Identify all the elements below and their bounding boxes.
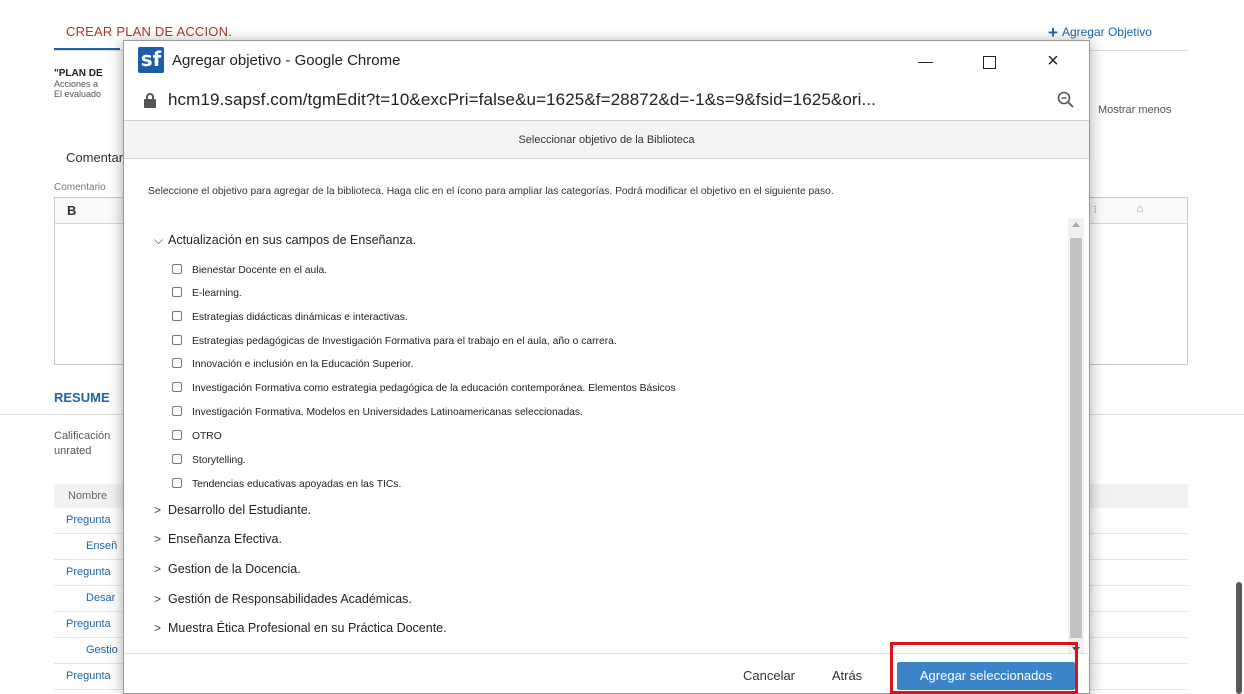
- objective-item[interactable]: Tendencias educativas apoyadas en las TI…: [172, 478, 401, 490]
- page-scrollbar[interactable]: [1236, 582, 1242, 694]
- comments-heading: Comentari: [66, 150, 126, 165]
- summary-heading: RESUME: [54, 390, 110, 405]
- cancel-button[interactable]: Cancelar: [724, 662, 814, 690]
- dialog-header: Seleccionar objetivo de la Biblioteca: [124, 121, 1089, 159]
- checkbox[interactable]: [172, 406, 182, 416]
- checkbox[interactable]: [172, 478, 182, 488]
- instructions-text: Seleccione el objetivo para agregar de l…: [148, 186, 834, 197]
- objective-item[interactable]: Investigación Formativa. Modelos en Univ…: [172, 406, 583, 418]
- objective-item[interactable]: E-learning.: [172, 287, 242, 299]
- plan-label: "PLAN DE: [54, 68, 103, 79]
- rating-value: unrated: [54, 445, 92, 457]
- close-icon: ×: [1047, 50, 1059, 72]
- minimize-button[interactable]: [902, 45, 948, 77]
- checkbox[interactable]: [172, 264, 182, 274]
- objective-item[interactable]: OTRO: [172, 430, 222, 442]
- sf-logo-icon: sf: [138, 47, 164, 73]
- objective-item[interactable]: Bienestar Docente en el aula.: [172, 264, 327, 276]
- chrome-popup-window: sf Agregar objetivo - Google Chrome × hc…: [123, 40, 1090, 694]
- category-collapsed[interactable]: > Gestion de la Docencia.: [154, 562, 301, 576]
- category-collapsed[interactable]: > Gestión de Responsabilidades Académicas…: [154, 592, 412, 606]
- scrollbar-thumb[interactable]: [1070, 238, 1082, 638]
- chevron-down-icon: ⌵: [154, 233, 164, 247]
- chevron-right-icon: >: [154, 592, 162, 606]
- objective-item[interactable]: Storytelling.: [172, 454, 246, 466]
- library-icon[interactable]: ⌂: [1136, 203, 1143, 215]
- chevron-right-icon: >: [154, 621, 162, 635]
- scroll-up-arrow-icon[interactable]: [1072, 222, 1080, 227]
- page-title: CREAR PLAN DE ACCION.: [66, 24, 233, 39]
- add-selected-button[interactable]: Agregar seleccionados: [897, 662, 1075, 690]
- chevron-right-icon: >: [154, 562, 162, 576]
- chevron-right-icon: >: [154, 532, 162, 546]
- close-button[interactable]: ×: [1030, 45, 1076, 77]
- rating-label: Calificación: [54, 430, 111, 442]
- bold-button[interactable]: B: [67, 203, 76, 218]
- show-less-link[interactable]: Mostrar menos: [1098, 104, 1171, 116]
- url-text[interactable]: hcm19.sapsf.com/tgmEdit?t=10&excPri=fals…: [168, 90, 876, 110]
- window-titlebar[interactable]: sf Agregar objetivo - Google Chrome ×: [124, 41, 1089, 81]
- plan-line-2: El evaluado: [54, 89, 102, 99]
- category-collapsed[interactable]: > Enseñanza Efectiva.: [154, 532, 282, 546]
- dialog-content: Seleccionar objetivo de la Biblioteca Se…: [124, 121, 1089, 693]
- category-collapsed[interactable]: > Desarrollo del Estudiante.: [154, 503, 311, 517]
- address-bar[interactable]: hcm19.sapsf.com/tgmEdit?t=10&excPri=fals…: [124, 81, 1089, 121]
- window-title: Agregar objetivo - Google Chrome: [172, 52, 401, 69]
- maximize-button[interactable]: [966, 45, 1012, 77]
- zoom-icon[interactable]: [1056, 90, 1076, 110]
- objective-item[interactable]: Estrategias didácticas dinámicas e inter…: [172, 311, 408, 323]
- checkbox[interactable]: [172, 358, 182, 368]
- maximize-icon: [982, 55, 996, 69]
- checkbox[interactable]: [172, 335, 182, 345]
- comments-label: Comentario: [54, 182, 106, 193]
- chevron-right-icon: >: [154, 503, 162, 517]
- objective-item[interactable]: Investigación Formativa como estrategia …: [172, 382, 676, 394]
- objective-library-list: ⌵ Actualización en sus campos de Enseñanz…: [150, 221, 1066, 657]
- checkbox[interactable]: [172, 430, 182, 440]
- lock-icon: [144, 93, 156, 108]
- category-expanded[interactable]: ⌵ Actualización en sus campos de Enseñanz…: [154, 233, 416, 248]
- objective-item[interactable]: Estrategias pedagógicas de Investigación…: [172, 335, 617, 347]
- minimize-icon: [917, 61, 933, 63]
- checkbox[interactable]: [172, 287, 182, 297]
- list-scrollbar[interactable]: [1068, 218, 1084, 658]
- checkbox[interactable]: [172, 382, 182, 392]
- objective-item[interactable]: Innovación e inclusión en la Educación S…: [172, 358, 414, 370]
- plan-line-1: Acciones a: [54, 79, 99, 89]
- back-button[interactable]: Atrás: [822, 662, 872, 690]
- format-icon[interactable]: ⁝: [1094, 203, 1098, 216]
- scroll-down-arrow-icon[interactable]: [1072, 647, 1080, 652]
- dialog-footer: Cancelar Atrás Agregar seleccionados: [124, 653, 1089, 693]
- checkbox[interactable]: [172, 454, 182, 464]
- category-collapsed[interactable]: > Muestra Ética Profesional en su Práctic…: [154, 621, 447, 635]
- checkbox[interactable]: [172, 311, 182, 321]
